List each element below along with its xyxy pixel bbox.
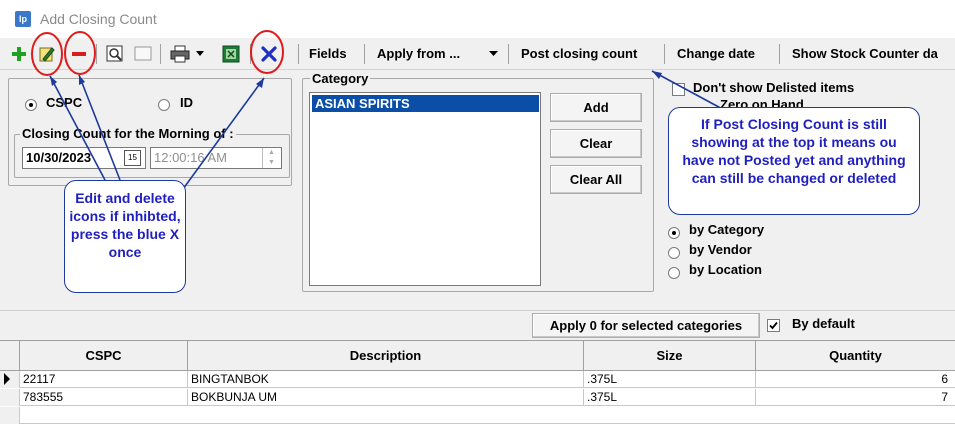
table-row[interactable]: 783555 BOKBUNJA UM .375L 7 [0, 389, 955, 406]
dropdown-icon[interactable] [194, 42, 206, 66]
toolbar: Fields Apply from ... Post closing count… [0, 38, 955, 70]
fields-button[interactable]: Fields [309, 44, 347, 64]
by-vendor-radio[interactable] [668, 244, 680, 259]
by-location-radio[interactable] [668, 264, 680, 279]
by-category-label: by Category [689, 222, 765, 237]
cspc-radio[interactable] [25, 96, 37, 111]
apply-zero-button[interactable]: Apply 0 for selected categories [532, 313, 760, 338]
category-item[interactable]: ASIAN SPIRITS [312, 95, 539, 112]
cell-description[interactable]: BOKBUNJA UM [188, 389, 584, 406]
table-row [0, 407, 955, 424]
id-radio-label: ID [180, 95, 193, 110]
date-value: 10/30/2023 [26, 150, 92, 165]
window-title: Add Closing Count [40, 11, 157, 27]
callout-post-closing: If Post Closing Count is still showing a… [668, 107, 920, 215]
cell-size[interactable]: .375L [584, 371, 756, 388]
cell-description[interactable]: BINGTANBOK [188, 371, 584, 388]
title-bar: lp Add Closing Count [0, 0, 955, 38]
cspc-radio-label: CSPC [46, 95, 83, 110]
cell-size[interactable]: .375L [584, 389, 756, 406]
id-radio[interactable] [158, 96, 170, 111]
items-grid: CSPC Description Size Quantity 22117 BIN… [0, 340, 955, 424]
category-group-label: Category [310, 71, 371, 86]
time-spinner[interactable]: ▲ ▼ [262, 148, 280, 168]
by-default-checkbox[interactable] [767, 317, 780, 333]
column-header-cspc[interactable]: CSPC [20, 341, 188, 371]
post-closing-count-button[interactable]: Post closing count [521, 44, 637, 64]
add-category-button[interactable]: Add [550, 93, 642, 122]
cell-cspc[interactable]: 22117 [20, 371, 188, 388]
row-pointer-icon [0, 371, 20, 388]
clear-category-button[interactable]: Clear [550, 129, 642, 158]
apply-from-button[interactable]: Apply from ... [377, 44, 460, 64]
table-row[interactable]: 22117 BINGTANBOK .375L 6 [0, 371, 955, 388]
closing-count-label: Closing Count for the Morning of : [20, 126, 236, 141]
callout-edit-delete: Edit and delete icons if inhibted, press… [64, 180, 186, 293]
apply-from-dropdown-icon[interactable] [486, 42, 500, 66]
preview-icon[interactable] [104, 42, 126, 66]
dont-show-delisted-label: Don't show Delisted items [693, 80, 855, 95]
cell-quantity[interactable]: 7 [756, 389, 951, 406]
add-icon[interactable] [8, 42, 30, 66]
time-value: 12:00:16 AM [154, 150, 227, 165]
app-logo-icon: lp [15, 11, 31, 27]
dont-show-delisted-checkbox[interactable] [672, 81, 685, 97]
column-header-quantity[interactable]: Quantity [756, 341, 955, 371]
show-stock-counter-button[interactable]: Show Stock Counter da [792, 44, 938, 64]
by-default-label: By default [792, 316, 855, 331]
by-vendor-label: by Vendor [689, 242, 752, 257]
cell-cspc[interactable]: 783555 [20, 389, 188, 406]
grid-header: CSPC Description Size Quantity [0, 340, 955, 371]
change-date-button[interactable]: Change date [677, 44, 755, 64]
column-header-description[interactable]: Description [188, 341, 584, 371]
cancel-x-icon[interactable] [258, 42, 280, 66]
by-location-label: by Location [689, 262, 762, 277]
cell-quantity[interactable]: 6 [756, 371, 951, 388]
excel-icon[interactable] [220, 42, 242, 66]
by-category-radio[interactable] [668, 224, 680, 239]
print-icon[interactable] [168, 42, 192, 66]
edit-icon[interactable] [36, 42, 58, 66]
delete-icon[interactable] [68, 42, 90, 66]
blank-icon[interactable] [132, 42, 154, 66]
calendar-icon[interactable]: 15 [124, 150, 141, 166]
clear-all-category-button[interactable]: Clear All [550, 165, 642, 194]
column-header-size[interactable]: Size [584, 341, 756, 371]
category-listbox[interactable]: ASIAN SPIRITS [309, 92, 541, 286]
